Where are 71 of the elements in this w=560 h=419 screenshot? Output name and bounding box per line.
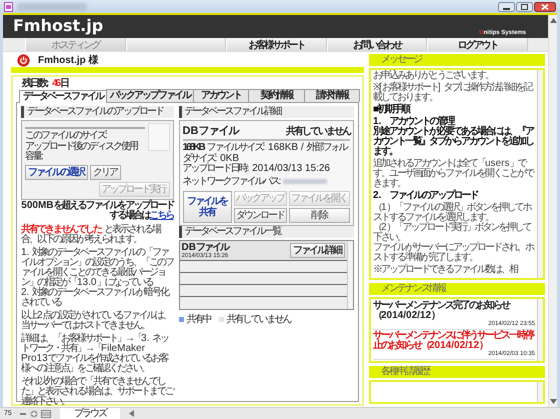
link[interactable]: こちら: [150, 210, 174, 221]
file-name: DBファイル: [182, 242, 230, 252]
button[interactable]: 削除: [288, 208, 350, 223]
button[interactable]: ファイルの選択: [25, 164, 88, 180]
section-heading: データベースファイル一覧: [178, 226, 354, 238]
nav-tab[interactable]: お客様サポート: [226, 38, 327, 51]
message-text: ファイルがサーバーにアップロードされ、ホストする準備が完了します。: [373, 243, 534, 263]
zoom-in-icon[interactable]: [30, 410, 38, 418]
maximize-button[interactable]: [516, 2, 533, 12]
file-size: 168KB ファイルサイズ: 168KB / 外部フォルダサイズ: 0KB: [182, 143, 348, 164]
message-text: （1）「ファイルの選択」ボタンを押してホストするファイルを選択します。: [373, 203, 532, 223]
scrollbar[interactable]: [537, 299, 543, 361]
blurred-title: [17, 2, 87, 10]
scrollbar[interactable]: [548, 15, 557, 407]
app-icon: [4, 2, 13, 12]
section-heading: データベースファイル詳細: [178, 106, 354, 118]
upload-note: 500MBを超えるファイルをアップロードする場合はこちら: [21, 200, 174, 222]
tab[interactable]: アカウント: [193, 89, 250, 102]
layout-icon[interactable]: [40, 410, 51, 418]
scroll-left-icon[interactable]: [128, 410, 134, 417]
note-text: それ以外の場合で「共有できませんでした」と表示される場合は、サポートまでご連絡下さい。: [21, 376, 174, 406]
message-text: お申込みありがとうございます。: [373, 71, 494, 81]
section-heading: データベースファイルのアップロード: [21, 106, 174, 118]
message-text: 2. ファイルのアップロード: [373, 191, 479, 201]
remaining-days: 残日数: 46日: [22, 78, 68, 89]
logo: Fmhost.jp: [13, 16, 104, 36]
power-icon: [17, 54, 30, 66]
nav-tab[interactable]: ログアウト: [427, 38, 528, 51]
nav-tab[interactable]: お問い合わせ: [326, 38, 428, 51]
scrollbar[interactable]: [537, 70, 543, 278]
file-name: DBファイル: [182, 124, 238, 138]
button[interactable]: ファイルを共有: [182, 191, 232, 223]
tab[interactable]: バックアップファイル: [106, 89, 194, 102]
message-text: 1. アカウントの管理: [373, 117, 454, 127]
note-text: 共有できませんでした と表示される場合、以下の原因が考えられます。: [21, 224, 162, 244]
button[interactable]: ダウンロード: [234, 208, 287, 223]
size-label: このファイルのサイズ:: [25, 131, 109, 141]
message-text: ■初期手順: [373, 105, 411, 115]
tab[interactable]: データベースファイル: [19, 90, 107, 103]
note-text: 詳細は、「お客様サポート」→「3. ネットワーク・共有」→「FileMaker Pro13でファイルを作成されているお客様への注意点」をご確認ください。: [21, 334, 170, 374]
message-text: （2）「アップロード実行」ボタンを押して下さい。: [373, 223, 532, 243]
legend-label: 共有していません: [226, 312, 291, 326]
note-text: 2. 対象のデータベースファイルが暗号化されている: [21, 288, 170, 308]
panel-heading: メンテナンス情報: [369, 283, 545, 295]
share-status: 共有していません: [286, 124, 350, 138]
panel-heading: 各種申請履歴: [369, 366, 545, 378]
path-label: ネットワークファイルパス:: [182, 176, 282, 187]
notice-link[interactable]: サーバーメンテナンス完了のお知らせ（2014/02/12）: [373, 301, 535, 321]
legend-label: 共有中: [186, 312, 211, 326]
scroll-up-arrow-icon[interactable]: [550, 18, 556, 23]
notice-link[interactable]: サーバーメンテナンスに伴うサービス一時停止のお知らせ（2014/02/12）: [373, 331, 535, 351]
mode-tab[interactable]: ブラウズ: [60, 408, 120, 419]
note-text: 1. 対象のデータベースファイルの「ファイルオプション」の設定のうち、「このファイルを開くことのできる最低バージョン」の指定が「13.0」になっている: [21, 248, 174, 288]
message-text: 別途アカウントが必要である場合には、『アカウント一覧』タブからアカウントを追加します。: [373, 127, 534, 157]
close-button[interactable]: [534, 2, 556, 12]
preview-area: [148, 123, 170, 151]
scroll-down-arrow-icon[interactable]: [550, 399, 556, 404]
message-text: ※[お客様サポート] タブに操作方法詳細を記載しております。: [373, 83, 533, 103]
message-text: 追加されるアカウントは全て「users」です。ユーザ画面からファイルを開くことができます。: [373, 159, 534, 189]
tab[interactable]: 請求情報: [304, 89, 360, 102]
minimize-button[interactable]: [498, 2, 515, 12]
button[interactable]: ファイル詳細: [290, 243, 345, 258]
tab[interactable]: 契約情報: [248, 89, 305, 102]
upload-date: アップロード日時: 2014/03/13 15:26: [182, 164, 331, 174]
note-text: 以上2点の設定がされているファイルは、当サーバーではホストできません。: [21, 310, 172, 330]
panel-heading: メッセージ: [369, 54, 545, 66]
scrollbar[interactable]: [537, 382, 543, 402]
blurred-path: [283, 179, 328, 184]
user-name: Fmhost.jp 様: [38, 54, 97, 67]
message-text: ※アップロードできるファイル数は、相: [373, 265, 518, 275]
button[interactable]: クリア: [90, 164, 121, 180]
